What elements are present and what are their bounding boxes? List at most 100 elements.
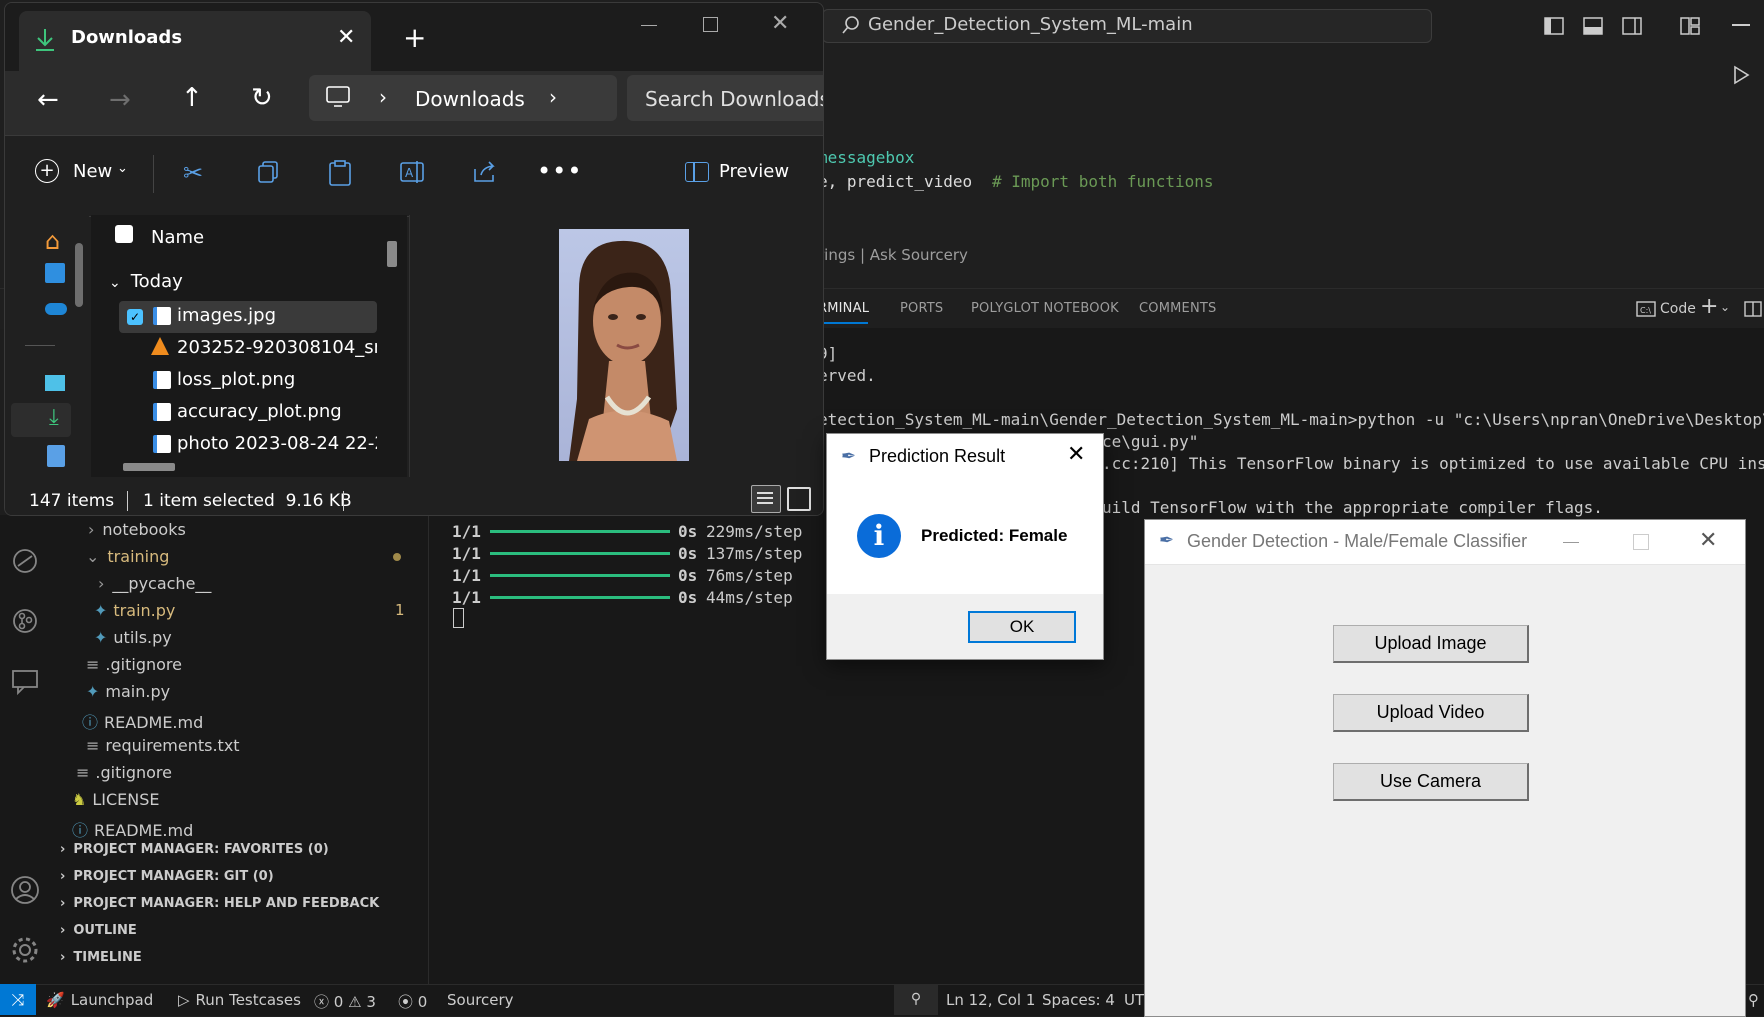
- indentation-status[interactable]: Spaces: 4: [1042, 991, 1115, 1009]
- tab-ports[interactable]: PORTS: [900, 301, 943, 316]
- tab-comments[interactable]: COMMENTS: [1139, 301, 1216, 316]
- tree-item-utils-py[interactable]: ✦ utils.py: [94, 628, 172, 647]
- toggle-panel-icon[interactable]: [1581, 14, 1605, 38]
- documents-icon[interactable]: [47, 445, 65, 467]
- preview-button[interactable]: Preview: [685, 159, 795, 189]
- toggle-primary-sidebar-icon[interactable]: [1542, 14, 1566, 38]
- group-today[interactable]: ⌄ Today: [109, 271, 183, 292]
- file-row[interactable]: accuracy_plot.png: [177, 401, 433, 431]
- tree-item-main-py[interactable]: ✦ main.py: [86, 682, 170, 701]
- tree-item-notebooks[interactable]: › notebooks: [88, 520, 186, 539]
- window-maximize-icon[interactable]: [703, 17, 718, 32]
- home-icon[interactable]: ⌂: [45, 227, 60, 255]
- separator: [153, 155, 154, 193]
- tiles-view-icon[interactable]: [787, 487, 811, 511]
- details-view-icon[interactable]: [751, 485, 781, 513]
- cursor-position-status[interactable]: Ln 12, Col 1: [946, 991, 1035, 1009]
- file-row[interactable]: 203252-920308104_smal: [177, 337, 377, 367]
- run-testcases-status[interactable]: ▷ Run Testcases: [178, 991, 301, 1009]
- zoom-status[interactable]: ⚲: [894, 984, 938, 1015]
- app-minimize-icon[interactable]: [1563, 542, 1579, 543]
- app-maximize-icon[interactable]: [1633, 534, 1649, 550]
- tree-item-gitignore[interactable]: ≡ .gitignore: [76, 763, 172, 782]
- breadcrumb-chevron-icon[interactable]: ›: [549, 85, 557, 109]
- files-scrollbar[interactable]: [387, 241, 397, 267]
- downloads-nav-icon[interactable]: ⤓: [49, 405, 59, 430]
- section-favorites[interactable]: › PROJECT MANAGER: FAVORITES (0): [60, 842, 329, 857]
- terminal-line: etection_System_ML-main\Gender_Detection…: [818, 410, 1764, 429]
- tab-terminal[interactable]: RMINAL: [818, 301, 869, 316]
- progress-row: 1/1 0s 137ms/step: [452, 544, 803, 563]
- new-tab-icon[interactable]: +: [403, 21, 426, 54]
- column-name[interactable]: Name: [151, 227, 204, 248]
- file-row[interactable]: images.jpg: [177, 305, 433, 335]
- problems-status[interactable]: ⓧ 0 ⚠ 3: [314, 991, 376, 1012]
- window-close-icon[interactable]: ✕: [771, 11, 789, 36]
- tab-polyglot-notebook[interactable]: POLYGLOT NOTEBOOK: [971, 301, 1119, 316]
- sourcery-status[interactable]: Sourcery: [447, 991, 514, 1009]
- refresh-icon[interactable]: ↻: [251, 83, 273, 113]
- new-terminal-icon[interactable]: +: [1700, 296, 1718, 318]
- app-close-icon[interactable]: ✕: [1699, 528, 1717, 553]
- upload-video-button[interactable]: Upload Video: [1333, 694, 1529, 732]
- rocket-icon: 🚀: [46, 991, 65, 1009]
- tree-item-license[interactable]: ♞ LICENSE: [72, 790, 160, 809]
- paste-icon[interactable]: [327, 159, 353, 187]
- accounts-icon[interactable]: [9, 874, 41, 906]
- terminal-profile-icon[interactable]: C:\: [1636, 300, 1656, 318]
- tree-item-requirements[interactable]: ≡ requirements.txt: [86, 736, 240, 755]
- onedrive-icon[interactable]: [45, 303, 67, 315]
- use-camera-button[interactable]: Use Camera: [1333, 763, 1529, 801]
- cut-icon[interactable]: ✂: [183, 159, 203, 187]
- ports-status[interactable]: ⦿ 0: [398, 991, 427, 1012]
- section-git[interactable]: › PROJECT MANAGER: GIT (0): [60, 869, 274, 884]
- file-row[interactable]: loss_plot.png: [177, 369, 433, 399]
- split-terminal-icon[interactable]: [1744, 300, 1762, 318]
- gear-icon[interactable]: [9, 934, 41, 966]
- files-hscrollbar[interactable]: [123, 463, 175, 471]
- launchpad-status[interactable]: 🚀 Launchpad: [46, 991, 153, 1009]
- tree-item-training[interactable]: ⌄ training: [86, 547, 169, 566]
- dialog-close-icon[interactable]: ✕: [1067, 442, 1085, 467]
- row-checkbox-checked[interactable]: ✓: [127, 309, 143, 325]
- codelens[interactable]: rings | Ask Sourcery: [818, 246, 968, 264]
- section-outline[interactable]: › OUTLINE: [60, 923, 137, 938]
- upload-image-button[interactable]: Upload Image: [1333, 625, 1529, 663]
- back-icon[interactable]: ←: [37, 85, 59, 115]
- notifications-icon[interactable]: ⚲: [1748, 991, 1759, 1009]
- section-help[interactable]: › PROJECT MANAGER: HELP AND FEEDBACK: [60, 896, 379, 911]
- gallery-icon[interactable]: [45, 263, 65, 283]
- tree-item-gitignore-inner[interactable]: ≡ .gitignore: [86, 655, 182, 674]
- terminal-profile-label[interactable]: Code: [1660, 301, 1696, 317]
- desktop-icon[interactable]: [45, 375, 65, 391]
- more-options-icon[interactable]: •••: [537, 157, 582, 185]
- run-icon[interactable]: [1730, 64, 1752, 86]
- window-minimize-icon[interactable]: [641, 25, 657, 26]
- customize-layout-icon[interactable]: [1678, 14, 1702, 38]
- close-tab-icon[interactable]: ✕: [337, 25, 355, 50]
- nav-scrollbar[interactable]: [75, 243, 83, 307]
- comments-icon[interactable]: [10, 666, 40, 696]
- select-all-checkbox[interactable]: [115, 225, 133, 243]
- tree-item-readme-inner[interactable]: ⓘ README.md: [82, 709, 203, 733]
- tree-item-pycache[interactable]: › __pycache__: [98, 574, 211, 593]
- extensions-remote-icon[interactable]: [10, 546, 40, 576]
- copy-icon[interactable]: [255, 159, 281, 185]
- breadcrumb-downloads[interactable]: Downloads: [415, 87, 525, 111]
- rename-icon[interactable]: A: [399, 159, 427, 185]
- chevron-down-icon[interactable]: ⌄: [1720, 300, 1730, 314]
- separator: [343, 491, 344, 511]
- file-row[interactable]: photo 2023-08-24 22-20: [177, 433, 377, 455]
- section-timeline[interactable]: › TIMELINE: [60, 950, 142, 965]
- remote-indicator[interactable]: ⤨: [0, 984, 36, 1015]
- ok-button[interactable]: OK: [968, 611, 1076, 643]
- tree-item-train-py[interactable]: ✦ train.py: [94, 601, 175, 620]
- forward-icon[interactable]: →: [109, 85, 131, 115]
- toggle-secondary-sidebar-icon[interactable]: [1620, 14, 1644, 38]
- share-icon[interactable]: [471, 159, 499, 185]
- up-icon[interactable]: ↑: [181, 83, 203, 113]
- new-button[interactable]: + New ⌄: [35, 159, 131, 189]
- tree-item-readme[interactable]: ⓘ README.md: [72, 817, 193, 841]
- source-control-icon[interactable]: [10, 606, 40, 636]
- minimize-icon[interactable]: [1732, 24, 1750, 26]
